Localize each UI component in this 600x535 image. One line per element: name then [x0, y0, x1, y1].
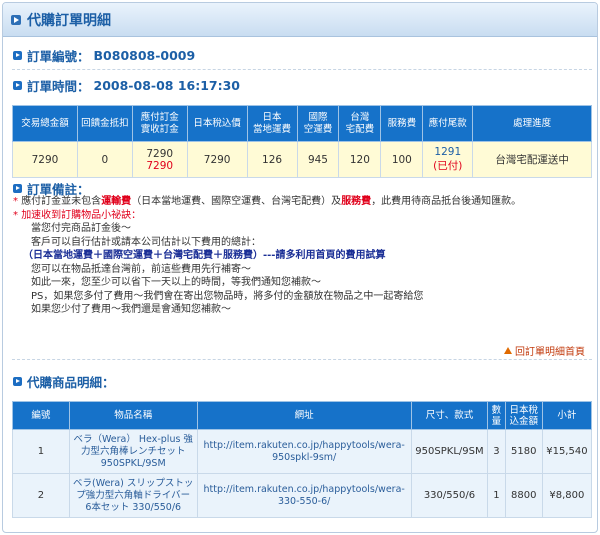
table-row: 2 ベラ(Wera) スリップストップ強力型六角軸ドライバー 6本セット 330… [12, 473, 593, 518]
cell-no: 1 [12, 429, 70, 474]
col-header-no: 編號 [12, 401, 70, 430]
col-header-progress: 處理進度 [472, 105, 592, 142]
col-header-name: 物品名稱 [68, 401, 198, 430]
triangle-up-icon [504, 347, 512, 354]
note-highlight-service: 服務費 [341, 196, 372, 207]
deposit-due: 7290 [146, 147, 174, 160]
order-detail-panel: 代購訂單明細 訂單編號： B080808-0009 訂單時間： 2008-08-… [2, 2, 598, 533]
note-text: ，此費用待商品抵台後通知匯款。 [371, 196, 522, 207]
arrow-right-icon [13, 183, 22, 193]
balance-status: (已付) [433, 160, 463, 172]
col-header-jp-shipping: 日本 當地運費 [246, 105, 298, 142]
order-number-label: 訂單編號： [27, 48, 90, 64]
order-notes: * 應付訂金並未包含運輸費（日本當地運費、國際空運費、台灣宅配費）及服務費，此費… [13, 195, 593, 317]
note-text: 應付訂金並未包含 [21, 196, 102, 207]
page-title: 代購訂單明細 [27, 12, 111, 29]
cell-url-link[interactable]: http://item.rakuten.co.jp/happytools/wer… [196, 429, 412, 474]
back-link-label: 回訂單明細首頁 [515, 347, 585, 358]
cell-spec: 950SPKL/9SM [410, 429, 489, 474]
arrow-right-icon [13, 376, 22, 386]
col-header-total: 交易總金額 [12, 105, 78, 142]
cell-price: 5180 [504, 429, 543, 474]
order-time-label: 訂單時間： [27, 78, 90, 94]
note-text: （日本當地運費、國際空運費、台灣宅配費）及 [131, 196, 342, 207]
col-header-price: 日本稅 込金額 [504, 401, 543, 430]
table-row: 1 ベラ（Wera） Hex-plus 強力型六角棒レンチセット 950SPKL… [12, 429, 593, 474]
note-highlight-shipping: 運輸費 [101, 196, 132, 207]
table-header-row: 編號 物品名稱 網址 尺寸、款式 數 量 日本稅 込金額 小計 [12, 401, 593, 430]
col-header-tw-delivery: 台灣 宅配費 [338, 105, 382, 142]
tip-heading-line: * 加速收到訂購物品小祕訣： [13, 209, 142, 221]
tip-formula: （日本當地運費＋國際空運費＋台灣宅配費＋服務費）---請多利用首頁的費用試算 [23, 250, 386, 261]
cell-price: 8800 [504, 473, 543, 518]
divider [12, 69, 592, 70]
order-time-row: 訂單時間： 2008-08-08 16:17:30 [3, 75, 240, 95]
cell-balance: 1291 (已付) [422, 141, 474, 178]
tip-line: 您可以在物品抵達台灣前，前這些費用先行補寄～ [31, 263, 251, 275]
tip-line: 如此一來，您至少可以省下一天以上的時間，等我們通知您補款～ [31, 277, 321, 288]
tip-line: 當您付完商品訂金後～ [31, 223, 131, 234]
cell-deposit: 7290 7290 [131, 141, 188, 178]
cell-total: 7290 [12, 141, 78, 178]
order-number-row: 訂單編號： B080808-0009 [3, 45, 195, 65]
cell-progress: 台灣宅配運送中 [472, 141, 592, 178]
divider [12, 359, 592, 360]
tip-line: PS，如果您多付了費用～我們會在寄出您物品時，將多付的金額放在物品之中一起寄給您 [31, 290, 424, 302]
table-header-row: 交易總金額 回饋金抵扣 應付訂金 實收訂金 日本稅込價 日本 當地運費 國際 空… [12, 105, 592, 142]
cell-intl-air: 945 [296, 141, 340, 178]
col-header-qty: 數 量 [487, 401, 506, 430]
balance-value: 1291 [434, 146, 462, 158]
cell-spec: 330/550/6 [410, 473, 489, 518]
col-header-rebate: 回饋金抵扣 [76, 105, 133, 142]
cell-qty: 3 [487, 429, 506, 474]
cell-service-fee: 100 [380, 141, 424, 178]
table-row: 7290 0 7290 7290 7290 126 945 120 100 12… [12, 141, 592, 178]
items-table: 編號 物品名稱 網址 尺寸、款式 數 量 日本稅 込金額 小計 1 ベラ（Wer… [12, 401, 593, 518]
col-header-service-fee: 服務費 [380, 105, 424, 142]
tip-heading: 加速收到訂購物品小祕訣： [21, 209, 142, 221]
cell-url-link[interactable]: http://item.rakuten.co.jp/happytools/wer… [196, 473, 412, 518]
note-line: * 應付訂金並未包含運輸費（日本當地運費、國際空運費、台灣宅配費）及服務費，此費… [13, 196, 522, 207]
arrow-right-icon [11, 14, 21, 25]
cell-jp-shipping: 126 [246, 141, 298, 178]
arrow-right-icon [13, 80, 22, 90]
back-to-order-link[interactable]: 回訂單明細首頁 [504, 343, 585, 358]
cell-subtotal: ¥15,540 [541, 429, 593, 474]
col-header-balance: 應付尾款 [422, 105, 474, 142]
cell-qty: 1 [487, 473, 506, 518]
col-header-subtotal: 小計 [541, 401, 593, 430]
title-bar: 代購訂單明細 [3, 3, 597, 37]
cell-name: ベラ(Wera) スリップストップ強力型六角軸ドライバー 6本セット 330/5… [68, 473, 198, 518]
order-time-value: 2008-08-08 16:17:30 [93, 77, 241, 93]
cell-jp-price: 7290 [186, 141, 248, 178]
cell-no: 2 [12, 473, 70, 518]
tip-line: 客戶可以自行估計或請本公司估計以下費用的總計： [31, 236, 261, 248]
cell-rebate: 0 [76, 141, 133, 178]
arrow-right-icon [13, 50, 22, 60]
col-header-jp-price: 日本稅込價 [186, 105, 248, 142]
col-header-deposit: 應付訂金 實收訂金 [131, 105, 188, 142]
cell-tw-delivery: 120 [338, 141, 382, 178]
order-number-value: B080808-0009 [93, 47, 196, 63]
col-header-spec: 尺寸、款式 [410, 401, 489, 430]
items-heading-row: 代購商品明細： [3, 371, 115, 391]
cell-subtotal: ¥8,800 [541, 473, 593, 518]
tip-line: 如果您少付了費用～我們還是會通知您補款～ [31, 304, 231, 315]
deposit-paid: 7290 [146, 159, 174, 172]
col-header-url: 網址 [196, 401, 412, 430]
items-heading: 代購商品明細： [27, 374, 115, 390]
col-header-intl-air: 國際 空運費 [296, 105, 340, 142]
cell-name: ベラ（Wera） Hex-plus 強力型六角棒レンチセット 950SPKL/9… [68, 429, 198, 474]
order-summary-table: 交易總金額 回饋金抵扣 應付訂金 實收訂金 日本稅込價 日本 當地運費 國際 空… [12, 105, 592, 178]
